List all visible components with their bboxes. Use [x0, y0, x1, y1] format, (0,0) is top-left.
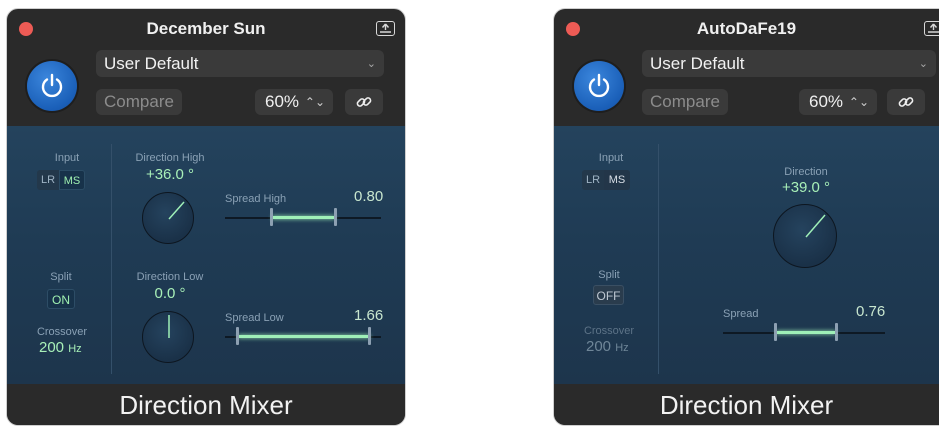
window-title: AutoDaFe19	[696, 19, 797, 38]
spread-high-handle-right[interactable]	[334, 208, 337, 226]
power-button[interactable]	[574, 61, 624, 111]
stepper-icon: ⌃⌄	[848, 95, 869, 109]
power-icon	[41, 73, 63, 98]
preset-label: User Default	[104, 54, 199, 73]
spread-low-fill	[238, 335, 370, 338]
mix-stepper[interactable]: 60% ⌃⌄	[255, 89, 333, 115]
crossover-label: Crossover	[36, 326, 88, 338]
spread-low-handle-left[interactable]	[236, 327, 239, 345]
input-label: Input	[598, 152, 624, 164]
direction-low-knob[interactable]	[142, 311, 194, 363]
crossover-value-group[interactable]: 200 Hz	[39, 339, 82, 356]
spread-high-fill	[272, 216, 335, 219]
link-button[interactable]	[345, 89, 383, 115]
direction-knob[interactable]	[773, 204, 837, 268]
crossover-unit: Hz	[68, 343, 82, 355]
preset-dropdown[interactable]: User Default ⌄	[642, 50, 936, 77]
split-label: Split	[598, 269, 620, 281]
input-mode-segmented[interactable]: LR MS	[582, 170, 630, 190]
spread-handle-right[interactable]	[835, 323, 838, 341]
spread-handle-left[interactable]	[774, 323, 777, 341]
crossover-value: 200	[586, 338, 612, 355]
spread-value: 0.76	[856, 303, 886, 320]
control-panel: Input LR MS Split OFF Crossover 200 Hz D…	[554, 126, 939, 384]
panel-divider	[658, 144, 659, 374]
panel-divider	[111, 144, 112, 374]
plugin-name-footer: Direction Mixer	[554, 384, 939, 425]
spread-high-handle-left[interactable]	[270, 208, 273, 226]
compare-button[interactable]: Compare	[642, 89, 728, 115]
preset-dropdown[interactable]: User Default ⌄	[96, 50, 384, 77]
spread-low-value: 1.66	[354, 307, 384, 324]
direction-high-knob[interactable]	[142, 192, 194, 244]
input-mode-segmented[interactable]: LR MS	[37, 170, 85, 190]
expand-window-icon[interactable]	[376, 21, 395, 36]
spread-high-value: 0.80	[354, 188, 384, 205]
title-bar: December Sun	[7, 9, 405, 49]
link-button[interactable]	[887, 89, 925, 115]
direction-high-label: Direction High	[135, 152, 205, 164]
chevron-down-icon: ⌄	[918, 58, 928, 70]
compare-button[interactable]: Compare	[96, 89, 182, 115]
plugin-window-autodafe19: AutoDaFe19 User Default ⌄ Compare 60% ⌃⌄…	[553, 8, 939, 426]
mix-value: 60%	[809, 92, 844, 111]
crossover-label: Crossover	[583, 325, 635, 337]
crossover-unit: Hz	[615, 342, 629, 354]
spread-low-handle-right[interactable]	[368, 327, 371, 345]
mix-value: 60%	[265, 92, 300, 111]
title-bar: AutoDaFe19	[554, 9, 939, 49]
spread-label: Spread	[723, 308, 759, 320]
spread-low-label: Spread Low	[225, 312, 284, 324]
expand-window-icon[interactable]	[924, 21, 939, 36]
spread-fill	[776, 331, 836, 334]
direction-high-value: +36.0 °	[145, 166, 195, 183]
control-panel: Input LR MS Split ON Crossover 200 Hz Di…	[7, 126, 405, 384]
spread-high-label: Spread High	[225, 193, 287, 205]
window-title: December Sun	[146, 19, 266, 38]
split-toggle[interactable]: ON	[47, 289, 75, 309]
power-button[interactable]	[27, 61, 77, 111]
direction-label: Direction	[784, 166, 828, 178]
input-ms-option[interactable]: MS	[604, 170, 630, 190]
crossover-value-group: 200 Hz	[586, 338, 629, 355]
direction-value: +39.0 °	[781, 179, 831, 196]
plugin-name-footer: Direction Mixer	[7, 384, 405, 425]
mix-stepper[interactable]: 60% ⌃⌄	[799, 89, 877, 115]
input-label: Input	[54, 152, 80, 164]
split-label: Split	[50, 271, 72, 283]
power-icon	[588, 73, 610, 98]
input-lr-option[interactable]: LR	[37, 170, 59, 190]
chevron-down-icon: ⌄	[366, 58, 376, 70]
plugin-window-december-sun: December Sun User Default ⌄ Compare 60% …	[6, 8, 406, 426]
link-icon	[898, 97, 914, 107]
preset-label: User Default	[650, 54, 745, 73]
link-icon	[356, 97, 372, 107]
direction-low-value: 0.0 °	[154, 285, 186, 302]
direction-low-label: Direction Low	[136, 271, 204, 283]
split-toggle[interactable]: OFF	[593, 285, 624, 305]
input-lr-option[interactable]: LR	[582, 170, 604, 190]
crossover-value: 200	[39, 339, 65, 356]
stepper-icon: ⌃⌄	[304, 95, 325, 109]
input-ms-option[interactable]: MS	[59, 170, 85, 190]
